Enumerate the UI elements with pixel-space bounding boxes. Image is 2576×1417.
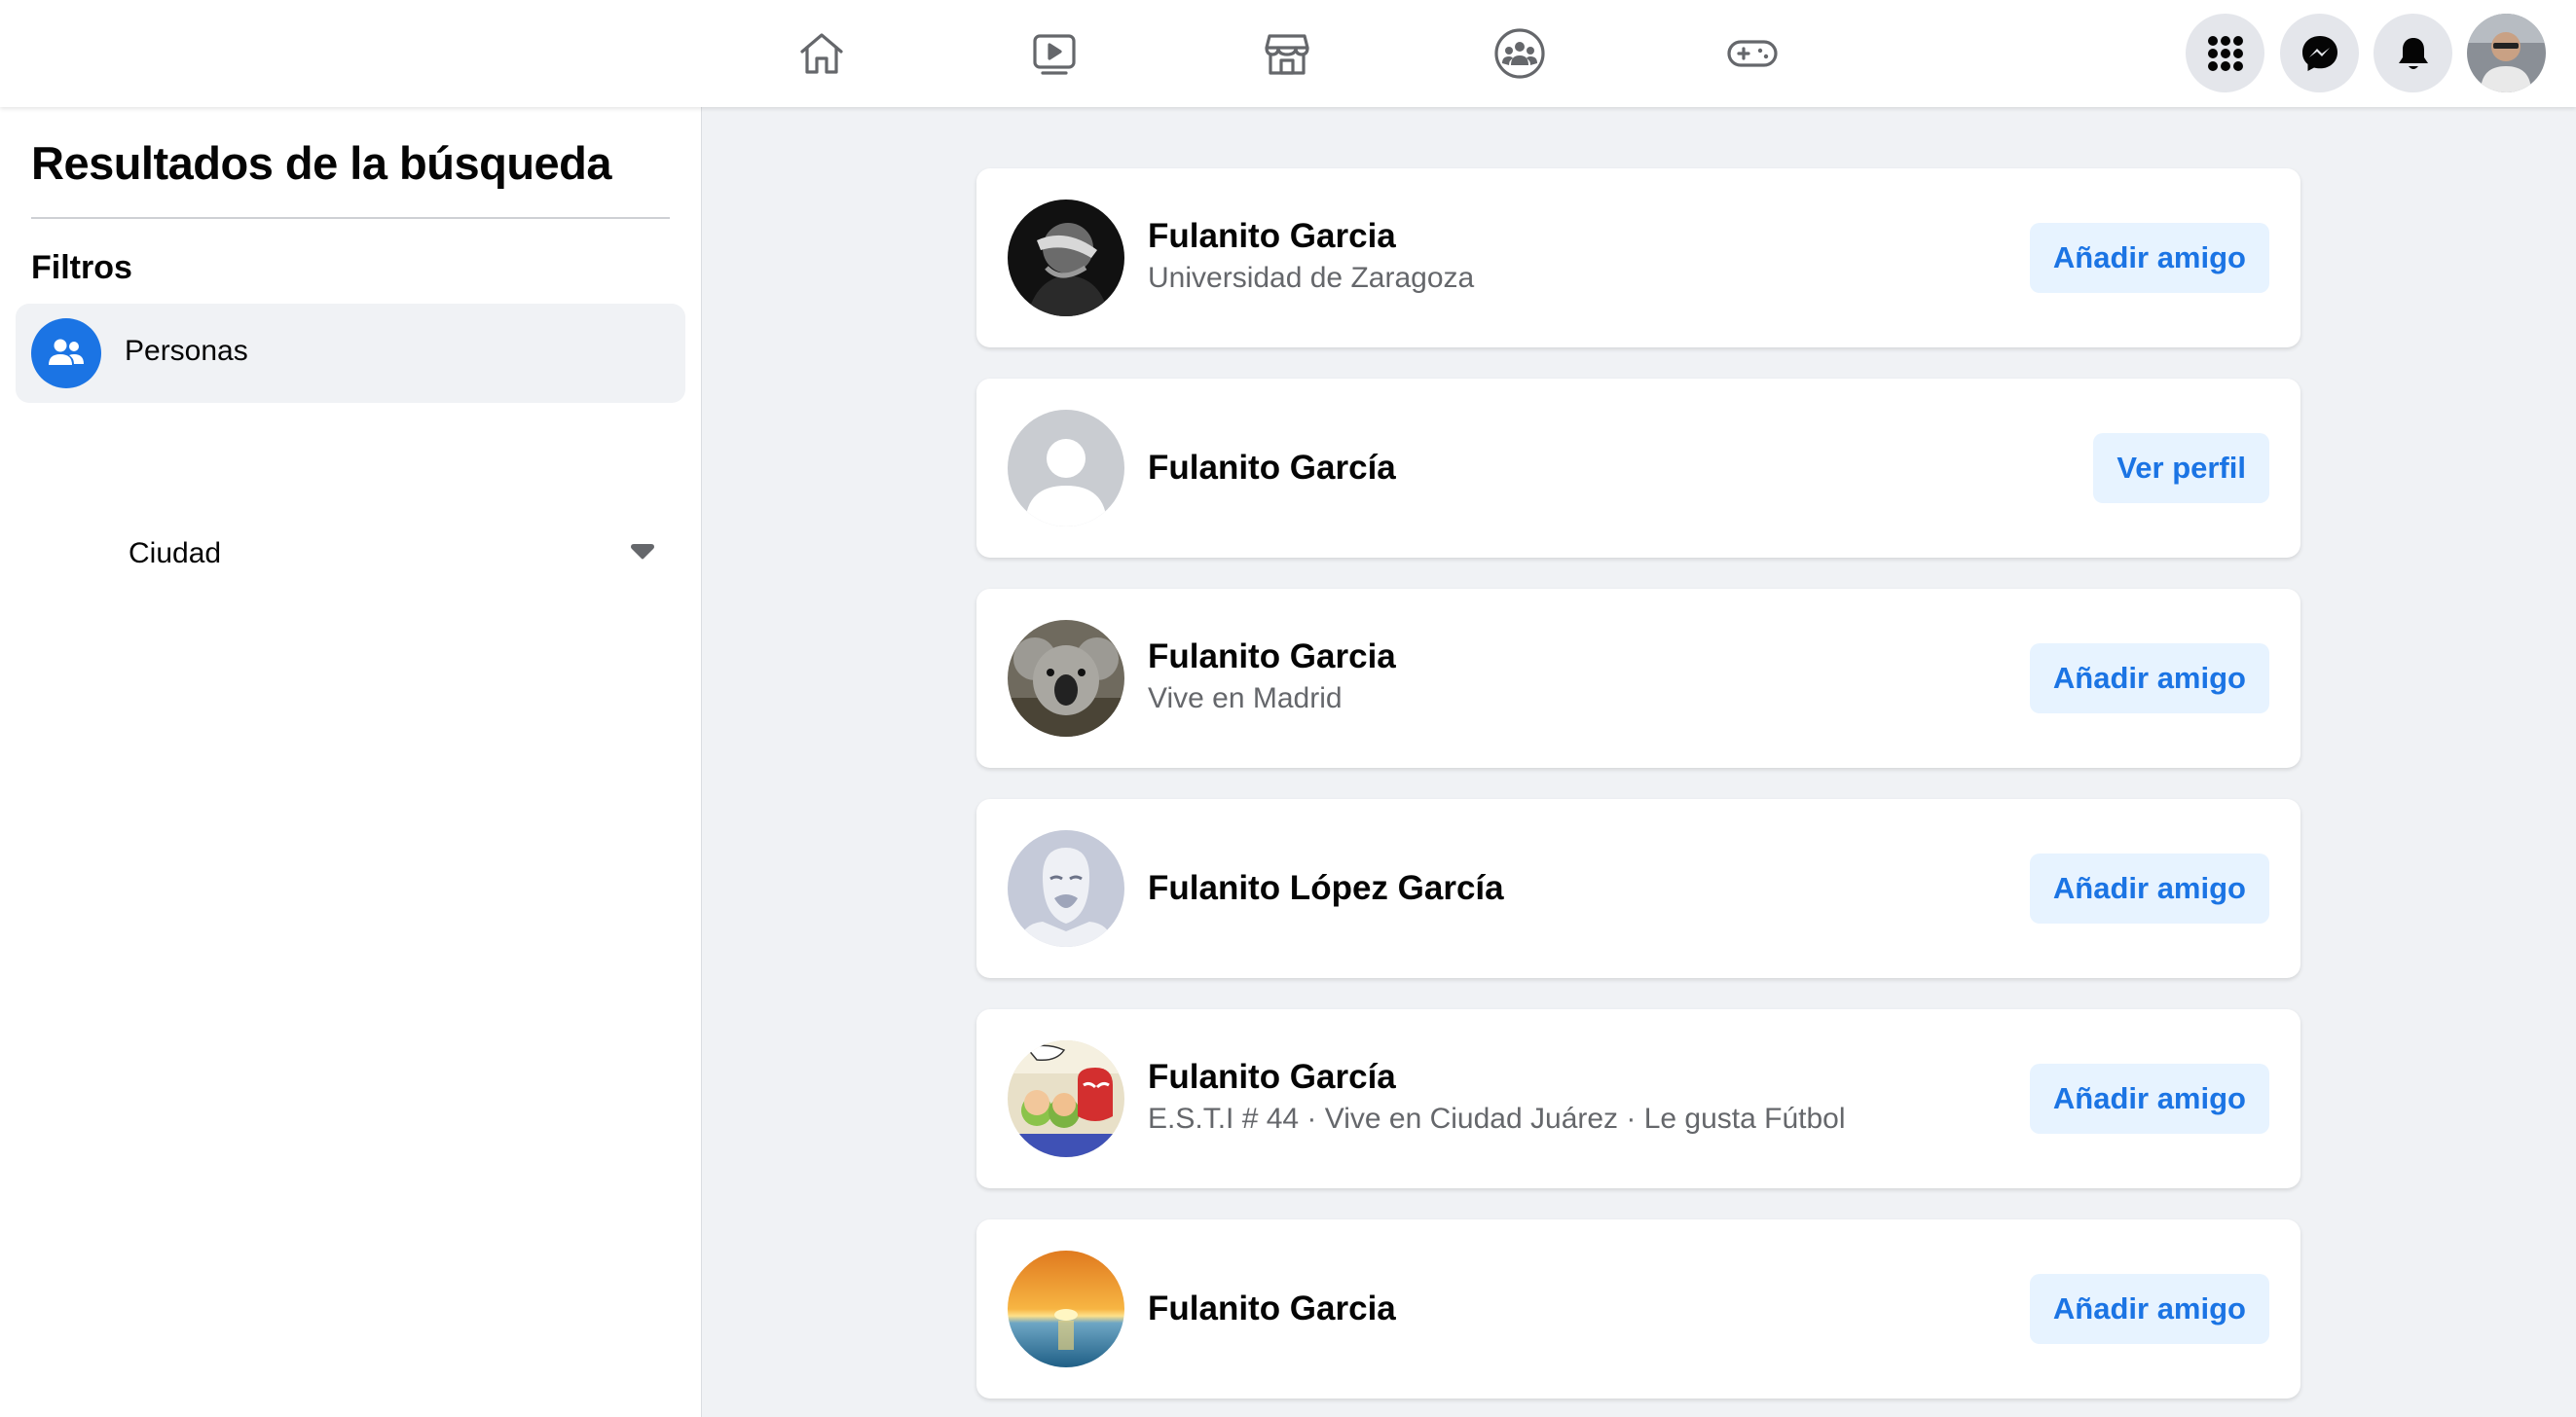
marketplace-store-icon[interactable] [1250, 19, 1324, 88]
notifications-button[interactable] [2374, 14, 2452, 92]
result-name[interactable]: Fulanito Garcia [1148, 637, 1396, 676]
result-card: Fulanito García E.S.T.I # 44 · Vive en C… [976, 1009, 2300, 1188]
result-name[interactable]: Fulanito López García [1148, 869, 1504, 908]
city-filter-dropdown[interactable]: Ciudad [31, 520, 664, 590]
filter-item-people[interactable]: Personas [16, 304, 685, 403]
avatar[interactable] [1008, 830, 1124, 947]
menu-grid-button[interactable] [2186, 14, 2264, 92]
gaming-icon[interactable] [1715, 19, 1789, 88]
result-name[interactable]: Fulanito García [1148, 449, 1396, 488]
result-card: Fulanito Garcia Vive en Madrid Añadir am… [976, 589, 2300, 768]
menu-grid-icon [2207, 35, 2243, 71]
messenger-button[interactable] [2280, 14, 2359, 92]
avatar[interactable] [1008, 1251, 1124, 1367]
avatar[interactable] [1008, 1040, 1124, 1157]
result-name[interactable]: Fulanito García [1148, 1058, 1396, 1097]
result-subtitle: Vive en Madrid [1148, 682, 1343, 714]
filters-heading: Filtros [31, 249, 132, 286]
divider [31, 217, 670, 219]
people-icon [31, 318, 101, 388]
page-title: Resultados de la búsqueda [31, 137, 612, 189]
caret-down-icon [631, 544, 654, 560]
result-name[interactable]: Fulanito Garcia [1148, 217, 1396, 256]
avatar[interactable] [1008, 200, 1124, 316]
messenger-icon [2301, 35, 2337, 71]
add-friend-button[interactable]: Añadir amigo [2029, 854, 2269, 924]
notifications-bell-icon [2398, 37, 2428, 69]
result-subtitle: E.S.T.I # 44 · Vive en Ciudad Juárez · L… [1148, 1103, 1846, 1135]
home-icon[interactable] [785, 19, 859, 88]
avatar[interactable] [1008, 620, 1124, 737]
result-card: Fulanito Garcia Universidad de Zaragoza … [976, 168, 2300, 347]
search-filters-panel: Resultados de la búsqueda Filtros Person… [0, 107, 702, 1417]
result-card: Fulanito García Ver perfil [976, 379, 2300, 558]
add-friend-button[interactable]: Añadir amigo [2029, 643, 2269, 713]
view-profile-button[interactable]: Ver perfil [2093, 433, 2269, 503]
add-friend-button[interactable]: Añadir amigo [2029, 223, 2269, 293]
watch-video-icon[interactable] [1017, 19, 1091, 88]
filter-label: Personas [125, 335, 248, 367]
result-name[interactable]: Fulanito Garcia [1148, 1290, 1396, 1328]
top-navigation-bar [0, 0, 2576, 107]
groups-icon[interactable] [1483, 19, 1557, 88]
profile-avatar[interactable] [2467, 14, 2546, 92]
result-subtitle: Universidad de Zaragoza [1148, 262, 1475, 294]
add-friend-button[interactable]: Añadir amigo [2029, 1274, 2269, 1344]
add-friend-button[interactable]: Añadir amigo [2029, 1064, 2269, 1134]
result-card: Fulanito López García Añadir amigo [976, 799, 2300, 978]
avatar[interactable] [1008, 410, 1124, 527]
city-filter-label: Ciudad [129, 537, 222, 569]
result-card: Fulanito Garcia Añadir amigo [976, 1219, 2300, 1399]
